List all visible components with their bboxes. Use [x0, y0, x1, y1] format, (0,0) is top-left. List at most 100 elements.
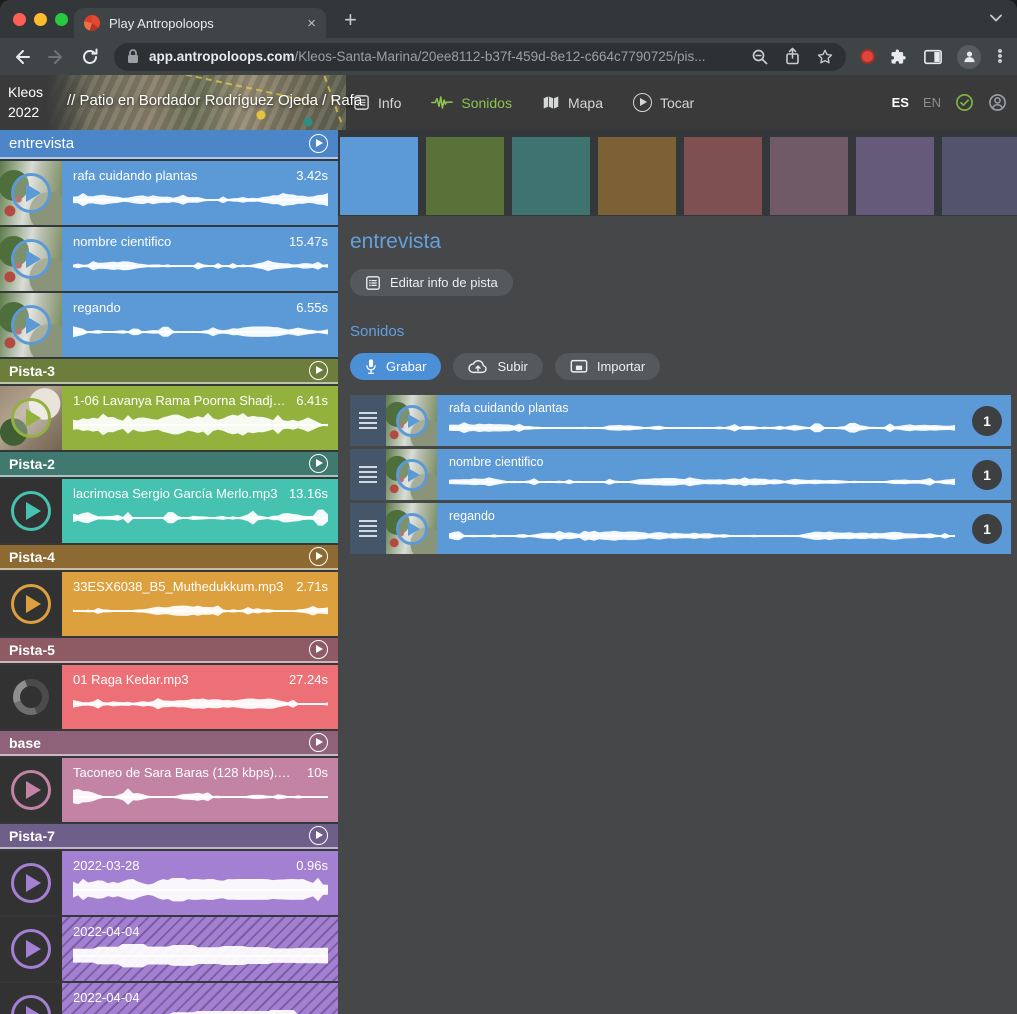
lock-icon[interactable]	[126, 48, 140, 65]
reload-button[interactable]	[80, 47, 100, 67]
sound-item[interactable]: 2022-03-28 0.96s	[0, 851, 338, 915]
loop-count-badge[interactable]: 1	[972, 460, 1002, 490]
track-square-7[interactable]	[856, 137, 934, 215]
sound-thumbnail[interactable]	[0, 572, 62, 636]
sound-item[interactable]: regando 6.55s	[0, 293, 338, 357]
tab-sonidos[interactable]: Sonidos	[431, 95, 512, 111]
zoom-out-icon[interactable]	[751, 48, 769, 66]
track-header[interactable]: Pista-4	[0, 545, 338, 570]
play-sound-icon[interactable]	[11, 584, 51, 624]
sound-thumbnail[interactable]	[0, 479, 62, 543]
tab-search-chevron-icon[interactable]	[989, 13, 1003, 23]
play-sound-icon[interactable]	[11, 398, 51, 438]
sound-item[interactable]: 2022-04-04	[0, 983, 338, 1014]
play-sound-icon[interactable]	[11, 995, 51, 1014]
play-sound-icon[interactable]	[11, 173, 51, 213]
play-track-icon[interactable]	[309, 454, 328, 473]
tab-tocar[interactable]: Tocar	[633, 93, 694, 112]
track-square-2[interactable]	[426, 137, 504, 215]
track-header[interactable]: base	[0, 731, 338, 756]
drag-handle[interactable]	[350, 503, 386, 554]
sound-item[interactable]: 2022-04-04	[0, 917, 338, 981]
import-button[interactable]: Importar	[555, 353, 660, 380]
profile-avatar[interactable]	[957, 45, 981, 69]
sound-thumbnail[interactable]	[0, 665, 62, 729]
back-button[interactable]	[12, 47, 32, 67]
sound-item[interactable]: lacrimosa Sergio García Merlo.mp3 13.16s	[0, 479, 338, 543]
tab-close-icon[interactable]: ×	[307, 16, 316, 31]
sound-thumbnail[interactable]	[0, 386, 62, 450]
sound-item[interactable]: 01 Raga Kedar.mp3 27.24s	[0, 665, 338, 729]
play-sound-icon[interactable]	[11, 770, 51, 810]
lang-es-button[interactable]: ES	[892, 95, 909, 110]
play-sound-icon[interactable]	[396, 459, 428, 491]
play-track-icon[interactable]	[309, 547, 328, 566]
sound-thumbnail[interactable]	[0, 851, 62, 915]
play-track-icon[interactable]	[309, 361, 328, 380]
drag-handle[interactable]	[350, 449, 386, 500]
browser-menu-icon[interactable]: •••	[995, 49, 1005, 64]
sound-item[interactable]: Taconeo de Sara Baras (128 kbps).mp3 10s	[0, 758, 338, 822]
close-window-button[interactable]	[13, 13, 26, 26]
side-panel-icon[interactable]	[923, 48, 943, 66]
panel-sound-row[interactable]: nombre cientifico 1	[350, 449, 1011, 500]
edit-track-info-button[interactable]: Editar info de pista	[350, 269, 513, 296]
record-button[interactable]: Grabar	[350, 353, 441, 380]
play-sound-icon[interactable]	[11, 929, 51, 969]
play-sound-icon[interactable]	[11, 239, 51, 279]
play-sound-icon[interactable]	[11, 305, 51, 345]
sync-check-icon[interactable]	[955, 93, 974, 112]
sound-thumbnail[interactable]	[386, 395, 437, 446]
lang-en-button[interactable]: EN	[923, 95, 941, 110]
panel-sound-row[interactable]: regando 1	[350, 503, 1011, 554]
minimize-window-button[interactable]	[34, 13, 47, 26]
new-tab-button[interactable]: +	[344, 7, 357, 33]
play-track-icon[interactable]	[309, 640, 328, 659]
extensions-puzzle-icon[interactable]	[889, 47, 909, 67]
address-bar[interactable]: app.antropoloops.com/Kleos-Santa-Marina/…	[114, 43, 846, 71]
browser-tab[interactable]: Play Antropoloops ×	[74, 8, 326, 38]
track-square-8[interactable]	[942, 137, 1017, 215]
track-header[interactable]: Pista-2	[0, 452, 338, 477]
play-track-icon[interactable]	[309, 733, 328, 752]
track-header[interactable]: Pista-3	[0, 359, 338, 384]
loop-count-badge[interactable]: 1	[972, 514, 1002, 544]
sound-thumbnail[interactable]	[386, 449, 437, 500]
account-icon[interactable]	[988, 93, 1007, 112]
bookmark-star-icon[interactable]	[816, 48, 834, 66]
track-square-3[interactable]	[512, 137, 590, 215]
track-square-4[interactable]	[598, 137, 676, 215]
play-sound-icon[interactable]	[396, 513, 428, 545]
panel-sound-row[interactable]: rafa cuidando plantas 1	[350, 395, 1011, 446]
sound-item[interactable]: nombre cientifico 15.47s	[0, 227, 338, 291]
track-square-6[interactable]	[770, 137, 848, 215]
sound-thumbnail[interactable]	[386, 503, 437, 554]
track-header[interactable]: entrevista	[0, 130, 338, 159]
play-track-icon[interactable]	[309, 826, 328, 845]
upload-button[interactable]: Subir	[453, 353, 542, 380]
drag-handle[interactable]	[350, 395, 386, 446]
app-logo[interactable]: Kleos 2022	[8, 82, 43, 123]
track-header[interactable]: Pista-5	[0, 638, 338, 663]
loop-count-badge[interactable]: 1	[972, 406, 1002, 436]
sound-thumbnail[interactable]	[0, 161, 62, 225]
track-square-1[interactable]	[340, 137, 418, 215]
play-sound-icon[interactable]	[11, 863, 51, 903]
track-square-5[interactable]	[684, 137, 762, 215]
play-sound-icon[interactable]	[11, 491, 51, 531]
recording-extension-icon[interactable]	[860, 49, 875, 64]
sound-item[interactable]: 33ESX6038_B5_Muthedukkum.mp3 2.71s	[0, 572, 338, 636]
sound-thumbnail[interactable]	[0, 758, 62, 822]
sound-thumbnail[interactable]	[0, 983, 62, 1014]
play-sound-icon[interactable]	[396, 405, 428, 437]
maximize-window-button[interactable]	[55, 13, 68, 26]
sound-thumbnail[interactable]	[0, 917, 62, 981]
sound-item[interactable]: 1-06 Lavanya Rama Poorna Shadjam Rupak..…	[0, 386, 338, 450]
track-header[interactable]: Pista-7	[0, 824, 338, 849]
sound-thumbnail[interactable]	[0, 227, 62, 291]
sound-item[interactable]: rafa cuidando plantas 3.42s	[0, 161, 338, 225]
share-icon[interactable]	[784, 47, 801, 66]
sound-thumbnail[interactable]	[0, 293, 62, 357]
forward-button[interactable]	[46, 47, 66, 67]
tab-mapa[interactable]: Mapa	[542, 95, 603, 111]
